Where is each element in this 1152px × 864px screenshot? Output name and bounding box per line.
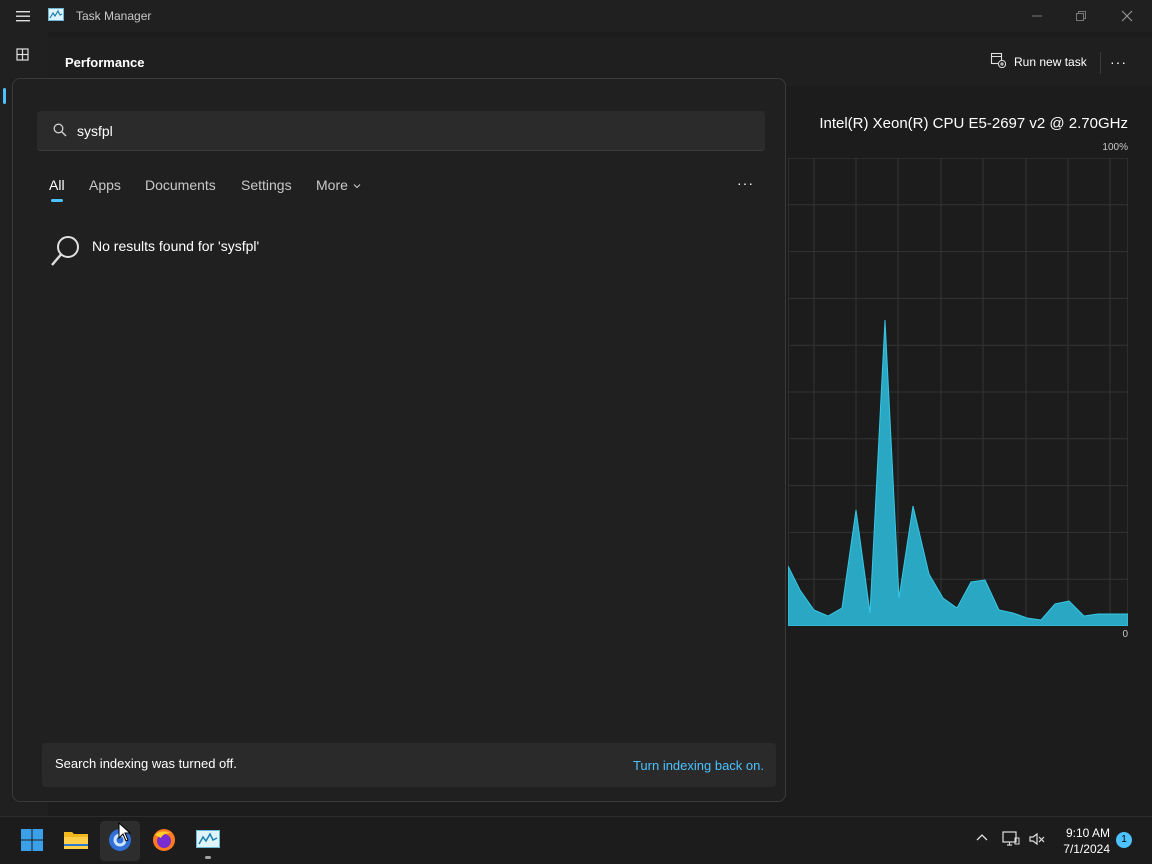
more-options-button[interactable]: ··· [1110, 54, 1127, 70]
mouse-cursor-icon [118, 821, 132, 845]
performance-panel: Intel(R) Xeon(R) CPU E5-2697 v2 @ 2.70GH… [788, 86, 1152, 816]
taskbar: 9:10 AM 7/1/2024 1 [0, 816, 1152, 864]
filter-tab-more[interactable]: More [316, 177, 362, 193]
menu-icon[interactable] [14, 8, 34, 24]
run-task-label: Run new task [1014, 54, 1087, 69]
folder-icon [63, 829, 89, 854]
indexing-notice: Search indexing was turned off. Turn ind… [42, 743, 776, 787]
running-indicator [205, 856, 211, 859]
search-flyout: All Apps Documents Settings More ··· No … [12, 78, 786, 802]
minimize-button[interactable] [1014, 0, 1060, 32]
title-bar: Task Manager [0, 0, 1152, 32]
window-title: Task Manager [76, 9, 152, 23]
run-task-icon [990, 52, 1007, 71]
notification-badge[interactable]: 1 [1116, 832, 1132, 848]
task-manager-icon [48, 8, 64, 25]
filter-tab-apps[interactable]: Apps [89, 177, 121, 193]
file-explorer-button[interactable] [56, 821, 96, 861]
task-manager-app-icon [196, 829, 220, 853]
filter-tab-more-label: More [316, 177, 348, 193]
search-icon [53, 123, 67, 140]
clock-date: 7/1/2024 [1063, 842, 1110, 856]
header-divider [1100, 52, 1101, 74]
indexing-message: Search indexing was turned off. [55, 756, 237, 771]
windows-logo-icon [20, 828, 44, 855]
search-box[interactable] [37, 111, 765, 151]
firefox-button[interactable] [144, 821, 184, 861]
close-button[interactable] [1104, 0, 1150, 32]
nav-selection-indicator [3, 88, 6, 104]
page-title: Performance [65, 55, 145, 70]
run-new-task-button[interactable]: Run new task [990, 52, 1087, 71]
search-more-options-button[interactable]: ··· [737, 175, 754, 191]
large-search-icon [49, 235, 81, 272]
clock-time: 9:10 AM [1065, 826, 1110, 840]
cpu-name: Intel(R) Xeon(R) CPU E5-2697 v2 @ 2.70GH… [819, 115, 1128, 132]
graph-scale-max: 100% [1102, 142, 1128, 153]
turn-indexing-on-link[interactable]: Turn indexing back on. [633, 758, 764, 773]
chevron-down-icon [352, 177, 362, 193]
active-filter-indicator [51, 199, 63, 202]
start-button[interactable] [12, 821, 52, 861]
chevron-up-icon[interactable] [975, 831, 989, 848]
filter-tab-documents[interactable]: Documents [145, 177, 216, 193]
network-icon[interactable] [1002, 831, 1020, 850]
volume-muted-icon[interactable] [1028, 831, 1046, 850]
filter-tab-settings[interactable]: Settings [241, 177, 292, 193]
firefox-icon [151, 827, 177, 856]
no-results-text: No results found for 'sysfpl' [92, 238, 260, 254]
processes-icon[interactable] [15, 47, 31, 66]
filter-tab-all[interactable]: All [49, 177, 65, 193]
graph-scale-min: 0 [1122, 629, 1128, 640]
restore-button[interactable] [1058, 0, 1104, 32]
clock[interactable]: 9:10 AM 7/1/2024 [1060, 825, 1110, 857]
task-manager-taskbar-button[interactable] [188, 821, 228, 861]
cpu-usage-graph [788, 158, 1128, 626]
search-input[interactable] [77, 121, 737, 141]
